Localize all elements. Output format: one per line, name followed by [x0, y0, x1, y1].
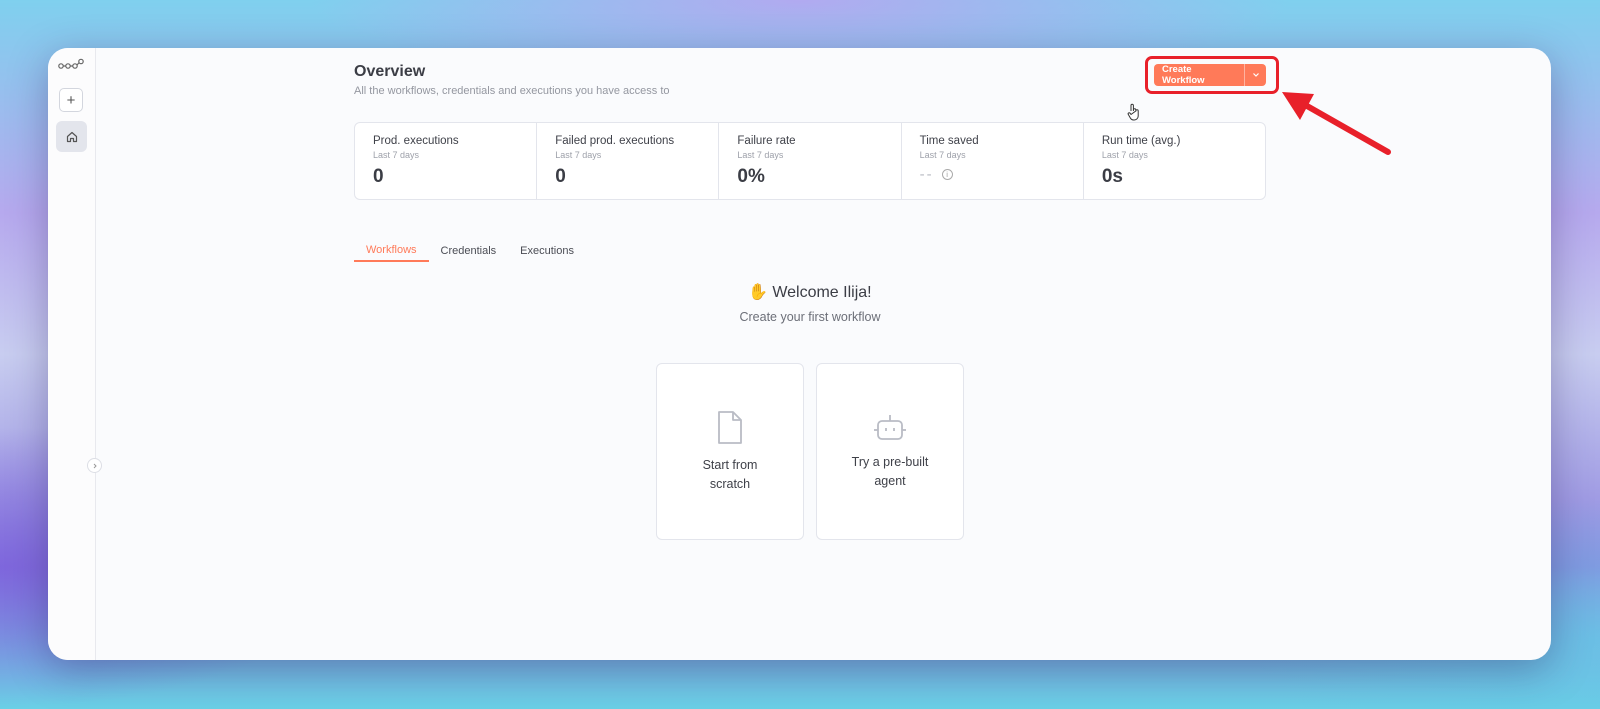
stat-prod-executions[interactable]: Prod. executions Last 7 days 0 — [355, 123, 538, 199]
hand-cursor-icon — [1127, 103, 1139, 121]
stat-label: Time saved — [919, 135, 979, 147]
main-content: Overview All the workflows, credentials … — [354, 48, 1266, 660]
stat-value: 0% — [737, 166, 765, 187]
sidebar: + — [48, 48, 102, 660]
waving-hand-icon: ✋ — [748, 282, 769, 301]
create-workflow-highlight — [1145, 56, 1279, 94]
tab-credentials[interactable]: Credentials — [429, 240, 509, 262]
tab-executions[interactable]: Executions — [508, 240, 586, 262]
home-icon — [66, 131, 77, 142]
stats-bar: Prod. executions Last 7 days 0 Failed pr… — [354, 122, 1266, 200]
stat-label: Prod. executions — [373, 135, 459, 147]
sidebar-collapse-button[interactable] — [87, 458, 102, 473]
stat-period: Last 7 days — [1101, 150, 1148, 160]
stat-period: Last 7 days — [919, 150, 966, 160]
stat-label: Failed prod. executions — [555, 135, 675, 147]
welcome-subtitle: Create your first workflow — [739, 310, 881, 324]
red-arrow-annotation — [1282, 92, 1391, 155]
robot-icon — [874, 414, 906, 440]
welcome-title: Welcome Ilija! — [772, 284, 872, 301]
stat-period: Last 7 days — [373, 150, 420, 160]
stat-time-saved[interactable]: Time saved Last 7 days -- i — [902, 123, 1084, 199]
app-window: + Overview All the workflows, credential… — [48, 48, 1551, 660]
add-button[interactable]: + — [59, 88, 83, 112]
stat-failure-rate[interactable]: Failure rate Last 7 days 0% — [719, 123, 902, 199]
stat-run-time[interactable]: Run time (avg.) Last 7 days 0s — [1084, 123, 1265, 199]
tabs: Workflows Credentials Executions — [354, 240, 586, 262]
stat-label: Run time (avg.) — [1101, 135, 1181, 147]
stat-value-wrap: -- i — [920, 166, 1065, 183]
stat-value: 0 — [373, 166, 384, 187]
welcome-heading: ✋ Welcome Ilija! — [354, 282, 1266, 302]
file-icon — [718, 410, 742, 444]
pre-built-agent-card[interactable]: Try a pre-built agent — [816, 363, 964, 540]
stat-value: 0s — [1101, 166, 1123, 187]
chevron-right-icon — [93, 463, 97, 468]
stat-period: Last 7 days — [555, 150, 602, 160]
stat-value: -- — [919, 166, 934, 183]
sidebar-item-home[interactable] — [56, 121, 87, 152]
plus-icon: + — [66, 91, 76, 109]
stat-failed-executions[interactable]: Failed prod. executions Last 7 days 0 — [537, 123, 720, 199]
stat-label: Failure rate — [737, 135, 796, 147]
card-label: Start from scratch — [702, 457, 758, 491]
start-from-scratch-card[interactable]: Start from scratch — [656, 363, 804, 540]
page-subtitle: All the workflows, credentials and execu… — [354, 85, 670, 97]
card-label: Try a pre-built agent — [851, 454, 929, 488]
info-icon[interactable]: i — [941, 169, 953, 180]
logo-icon[interactable] — [57, 58, 85, 74]
stat-period: Last 7 days — [737, 150, 784, 160]
page-title: Overview — [354, 63, 426, 80]
stat-value: 0 — [555, 166, 566, 187]
tab-workflows[interactable]: Workflows — [354, 240, 429, 262]
